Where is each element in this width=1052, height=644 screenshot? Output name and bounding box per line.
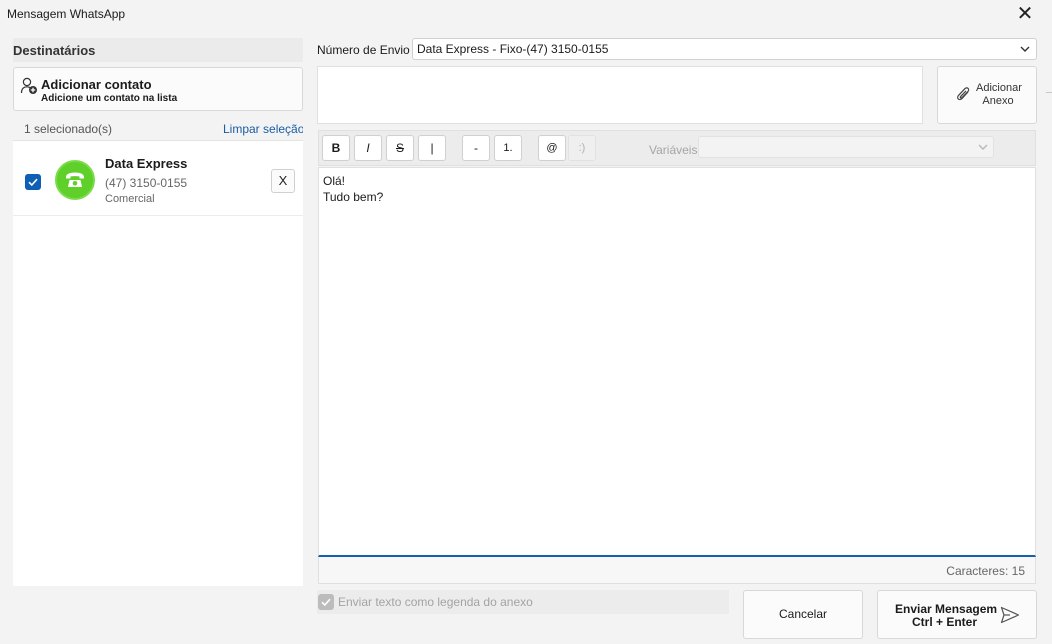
attachment-label-line1: Adicionar [976, 82, 1022, 94]
cancel-button[interactable]: Cancelar [743, 590, 863, 639]
monospace-button[interactable]: | [418, 135, 446, 161]
recipients-title: Destinatários [13, 43, 96, 58]
avatar [55, 160, 95, 200]
numbered-list-button[interactable]: 1. [494, 135, 522, 161]
add-user-icon [20, 77, 38, 95]
contact-name: Data Express [105, 156, 188, 171]
attachment-label-line2: Anexo [982, 95, 1014, 107]
close-icon[interactable]: ✕ [1014, 3, 1036, 25]
divider [1046, 92, 1052, 93]
caption-checkbox[interactable] [318, 594, 334, 610]
bullet-list-button[interactable]: - [462, 135, 490, 161]
title-bar [0, 0, 1052, 30]
clear-selection-link[interactable]: Limpar seleção [223, 122, 303, 136]
selected-count: 1 selecionado(s) [24, 122, 113, 136]
add-contact-subtitle: Adicione um contato na lista [41, 93, 178, 104]
contact-phone: (47) 3150-0155 [105, 176, 188, 190]
telephone-icon [66, 172, 84, 187]
send-shortcut-label: Ctrl + Enter [912, 615, 978, 629]
checkmark-icon [321, 598, 331, 607]
message-editor[interactable]: Olá! Tudo bem? [318, 167, 1036, 557]
remove-contact-button[interactable]: X [271, 169, 295, 193]
selection-bar: 1 selecionado(s) Limpar seleção [13, 117, 303, 141]
sender-label: Número de Envio [317, 43, 410, 57]
emoji-button[interactable]: :) [568, 135, 596, 161]
checkmark-icon [28, 178, 38, 187]
list-item[interactable]: Data Express (47) 3150-0155 Comercial X [13, 144, 303, 216]
character-counter-bar: Caracteres: 15 [318, 557, 1036, 584]
bold-button[interactable]: B [322, 135, 350, 161]
contact-type: Comercial [105, 193, 155, 205]
caption-option: Enviar texto como legenda do anexo [317, 590, 729, 614]
chevron-down-icon [1019, 43, 1031, 58]
formatting-toolbar: B I S | - 1. @ :) Variáveis [318, 130, 1036, 166]
strikethrough-button[interactable]: S [386, 135, 414, 161]
window-title: Mensagem WhatsApp [7, 7, 126, 21]
chevron-down-icon [977, 141, 989, 156]
send-icon [1000, 606, 1020, 627]
sender-select[interactable]: Data Express - Fixo-(47) 3150-0155 [412, 38, 1037, 60]
recipients-list: 1 selecionado(s) Limpar seleção Data Exp… [13, 117, 303, 586]
contact-checkbox[interactable] [25, 174, 41, 190]
variables-label: Variáveis [649, 143, 698, 157]
add-contact-title: Adicionar contato [41, 77, 152, 92]
caption-label: Enviar texto como legenda do anexo [338, 595, 533, 609]
send-message-button[interactable]: Enviar Mensagem Ctrl + Enter [877, 590, 1037, 639]
variables-select[interactable] [698, 136, 994, 158]
add-contact-button[interactable]: Adicionar contato Adicione um contato na… [13, 67, 303, 111]
sender-value: Data Express - Fixo-(47) 3150-0155 [417, 42, 609, 56]
character-count: Caracteres: 15 [946, 564, 1025, 578]
mention-button[interactable]: @ [538, 135, 566, 161]
italic-button[interactable]: I [354, 135, 382, 161]
paperclip-icon [956, 86, 972, 107]
attachment-button-label: Adicionar Anexo [976, 82, 1022, 108]
attachment-area[interactable] [317, 66, 923, 124]
message-text[interactable]: Olá! Tudo bem? [323, 173, 383, 205]
send-button-label: Enviar Mensagem [895, 602, 998, 616]
add-attachment-button[interactable]: Adicionar Anexo [937, 66, 1037, 124]
